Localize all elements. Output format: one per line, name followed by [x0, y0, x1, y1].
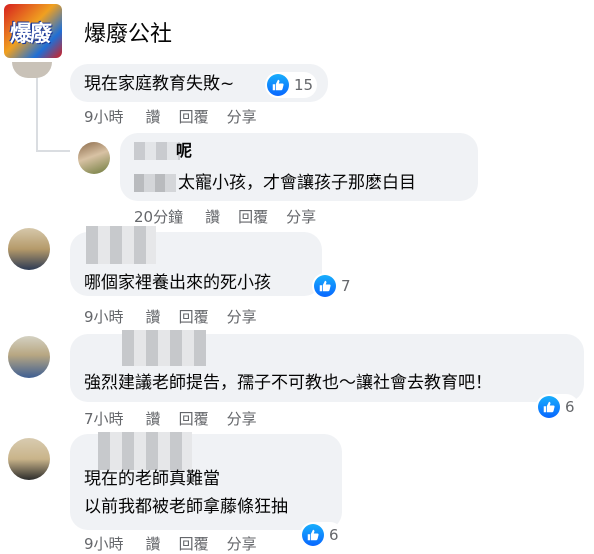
comment-text-blurred-prefix: [134, 174, 176, 192]
comment-actions: 20分鐘 讚回覆 分享: [134, 206, 334, 227]
comment-timestamp[interactable]: 9小時: [84, 306, 124, 327]
like-icon: [538, 396, 560, 418]
reaction-count: 7: [341, 277, 351, 295]
avatar[interactable]: [8, 228, 50, 270]
comment-text-line-2: 以前我都被老師拿藤條狂抽: [84, 497, 288, 517]
avatar[interactable]: [8, 336, 50, 378]
like-button[interactable]: 讚: [146, 106, 161, 127]
comment-actions: 9小時 讚回覆 分享: [84, 106, 275, 127]
page-logo-text: 爆廢: [10, 22, 52, 47]
comment-timestamp[interactable]: 20分鐘: [134, 206, 183, 227]
comment-text: 強烈建議老師提告，孺子不可教也～讓社會去教育吧！: [84, 373, 492, 393]
comment-text: 哪個家裡養出來的死小孩: [84, 273, 271, 293]
reaction-badge[interactable]: 6: [536, 394, 579, 420]
commenter-name-blurred: [122, 330, 206, 366]
comment-text: 現在家庭教育失敗~: [84, 74, 235, 94]
comment-actions: 7小時 讚回覆 分享: [84, 408, 275, 429]
comment-timestamp[interactable]: 9小時: [84, 106, 124, 127]
share-button[interactable]: 分享: [227, 306, 257, 327]
reaction-badge[interactable]: 6: [300, 522, 343, 548]
commenter-name-blurred: [86, 226, 156, 264]
commenter-name-blurred: [134, 142, 180, 160]
reply-button[interactable]: 回覆: [179, 408, 209, 429]
reaction-count: 6: [565, 398, 575, 416]
comment-actions: 9小時 讚回覆 分享: [84, 306, 275, 327]
share-button[interactable]: 分享: [286, 206, 316, 227]
commenter-name-blurred: [98, 432, 192, 470]
comment-timestamp[interactable]: 7小時: [84, 408, 124, 429]
reaction-count: 6: [329, 526, 339, 544]
page-header: 爆廢 爆廢公社: [0, 0, 594, 62]
reply-button[interactable]: 回覆: [238, 206, 268, 227]
reaction-badge[interactable]: 7: [312, 273, 355, 299]
like-button[interactable]: 讚: [146, 533, 161, 554]
comment-timestamp[interactable]: 9小時: [84, 533, 124, 554]
share-button[interactable]: 分享: [227, 408, 257, 429]
reply-button[interactable]: 回覆: [179, 306, 209, 327]
commenter-name-fragment[interactable]: 呢: [176, 138, 192, 164]
share-button[interactable]: 分享: [227, 106, 257, 127]
like-icon: [314, 275, 336, 297]
like-button[interactable]: 讚: [146, 408, 161, 429]
comment-actions: 9小時 讚回覆 分享: [84, 533, 275, 554]
comment-text: 太寵小孩，才會讓孩子那麽白目: [178, 173, 416, 193]
share-button[interactable]: 分享: [227, 533, 257, 554]
avatar[interactable]: [78, 142, 110, 174]
reply-thread-connector: [36, 150, 70, 152]
like-icon: [267, 74, 289, 96]
reaction-count: 15: [294, 76, 314, 94]
reaction-badge[interactable]: 15: [265, 72, 318, 98]
comment-text-line-1: 現在的老師真難當: [84, 469, 220, 489]
avatar[interactable]: [12, 62, 52, 78]
reply-button[interactable]: 回覆: [179, 533, 209, 554]
reply-button[interactable]: 回覆: [179, 106, 209, 127]
like-button[interactable]: 讚: [205, 206, 220, 227]
like-button[interactable]: 讚: [146, 306, 161, 327]
page-logo[interactable]: 爆廢: [4, 4, 62, 58]
like-icon: [302, 524, 324, 546]
avatar[interactable]: [8, 438, 50, 480]
page-name[interactable]: 爆廢公社: [84, 16, 172, 48]
